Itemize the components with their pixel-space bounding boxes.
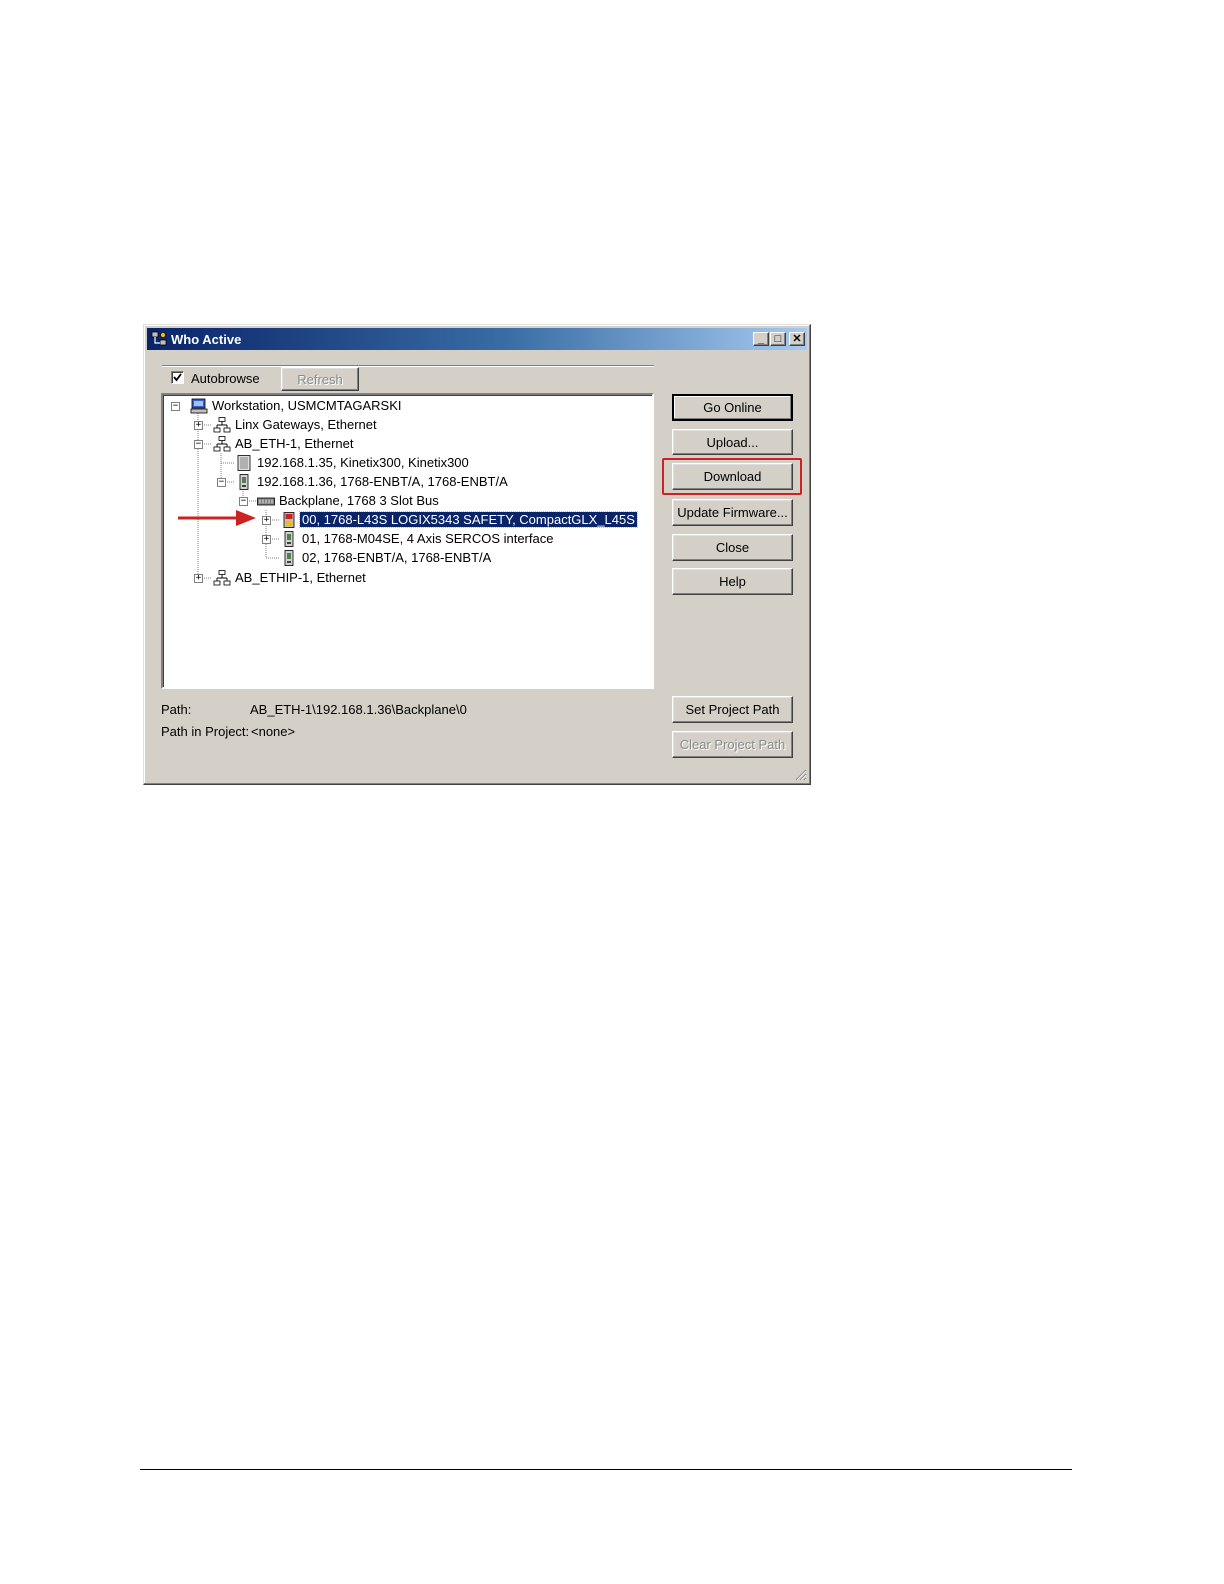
expand-toggle[interactable]: + <box>194 421 203 430</box>
collapse-toggle[interactable]: − <box>171 402 180 411</box>
collapse-toggle[interactable]: − <box>217 478 226 487</box>
minimize-button[interactable]: _ <box>753 332 769 346</box>
autobrowse-label: Autobrowse <box>191 371 260 386</box>
close-window-button[interactable]: ✕ <box>789 332 805 346</box>
who-active-dialog: Who Active _ □ ✕ Autobrowse Refresh − + … <box>143 324 811 785</box>
tree-node-slot-02-enbt[interactable]: 02, 1768-ENBT/A, 1768-ENBT/A <box>280 549 620 567</box>
refresh-button[interactable]: Refresh <box>281 367 359 391</box>
tree-node-enbt-192-168-1-36[interactable]: 192.168.1.36, 1768-ENBT/A, 1768-ENBT/A <box>235 473 575 491</box>
path-in-project-label: Path in Project: <box>161 724 250 739</box>
clear-project-path-button[interactable]: Clear Project Path <box>672 731 793 758</box>
autobrowse-checkbox[interactable] <box>171 371 184 384</box>
tree-node-kinetix300[interactable]: 192.168.1.35, Kinetix300, Kinetix300 <box>235 454 555 472</box>
go-online-button[interactable]: Go Online <box>672 394 793 421</box>
path-label: Path: <box>161 702 192 717</box>
backplane-icon <box>257 497 275 506</box>
maximize-button[interactable]: □ <box>770 332 786 346</box>
help-button[interactable]: Help <box>672 568 793 595</box>
tree-node-ab-ethip-1[interactable]: AB_ETHIP-1, Ethernet <box>213 569 513 587</box>
upload-button[interactable]: Upload... <box>672 429 793 455</box>
expand-toggle[interactable]: + <box>194 574 203 583</box>
download-highlight-box <box>662 458 802 495</box>
tree-node-label: 01, 1768-M04SE, 4 Axis SERCOS interface <box>302 531 554 546</box>
tree-node-backplane[interactable]: Backplane, 1768 3 Slot Bus <box>257 492 557 510</box>
tree-node-slot-01-motion[interactable]: 01, 1768-M04SE, 4 Axis SERCOS interface <box>280 530 620 548</box>
path-in-project-value: <none> <box>251 724 296 739</box>
module-icon <box>284 531 294 547</box>
title-bar[interactable]: Who Active _ □ ✕ <box>147 328 807 350</box>
red-arrow-icon <box>178 510 256 526</box>
tree-node-label: Backplane, 1768 3 Slot Bus <box>279 493 439 508</box>
tree-node-label: Workstation, USMCMTAGARSKI <box>212 398 402 413</box>
network-icon <box>213 417 231 433</box>
network-icon <box>213 436 231 452</box>
collapse-toggle[interactable]: − <box>239 497 248 506</box>
tree-node-label: 02, 1768-ENBT/A, 1768-ENBT/A <box>302 550 492 565</box>
tree-node-linx-gateways[interactable]: Linx Gateways, Ethernet <box>213 416 513 434</box>
expand-toggle[interactable]: + <box>262 535 271 544</box>
safety-controller-icon <box>283 512 295 528</box>
tree-node-label: Linx Gateways, Ethernet <box>235 417 377 432</box>
collapse-toggle[interactable]: − <box>194 440 203 449</box>
check-mark-icon <box>173 373 182 382</box>
path-value: AB_ETH-1\192.168.1.36\Backplane\0 <box>250 702 467 717</box>
expand-toggle[interactable]: + <box>262 516 271 525</box>
resize-grip-icon[interactable] <box>794 768 807 781</box>
update-firmware-button[interactable]: Update Firmware... <box>672 499 793 526</box>
network-icon <box>213 570 231 586</box>
page-footer-rule <box>140 1469 1072 1470</box>
tree-node-label: AB_ETHIP-1, Ethernet <box>235 570 366 585</box>
close-button[interactable]: Close <box>672 534 793 561</box>
window-title: Who Active <box>171 332 242 347</box>
tree-node-ab-eth-1[interactable]: AB_ETH-1, Ethernet <box>213 435 513 453</box>
tree-node-label: 192.168.1.36, 1768-ENBT/A, 1768-ENBT/A <box>257 474 508 489</box>
computer-icon <box>190 398 208 414</box>
who-active-app-icon <box>151 331 167 346</box>
drive-icon <box>237 455 251 471</box>
tree-node-workstation[interactable]: Workstation, USMCMTAGARSKI <box>190 397 490 415</box>
tree-node-slot-00-safety-controller[interactable]: 00, 1768-L43S LOGIX5343 SAFETY, CompactG… <box>280 511 640 529</box>
device-tree[interactable]: − + − − − + + + Workstation, USMCMTAGARS… <box>161 393 654 689</box>
module-icon <box>239 474 249 490</box>
tree-node-label: 192.168.1.35, Kinetix300, Kinetix300 <box>257 455 469 470</box>
module-icon <box>284 550 294 566</box>
group-divider <box>162 365 654 367</box>
tree-node-label: 00, 1768-L43S LOGIX5343 SAFETY, CompactG… <box>299 511 638 528</box>
tree-node-label: AB_ETH-1, Ethernet <box>235 436 354 451</box>
set-project-path-button[interactable]: Set Project Path <box>672 696 793 723</box>
